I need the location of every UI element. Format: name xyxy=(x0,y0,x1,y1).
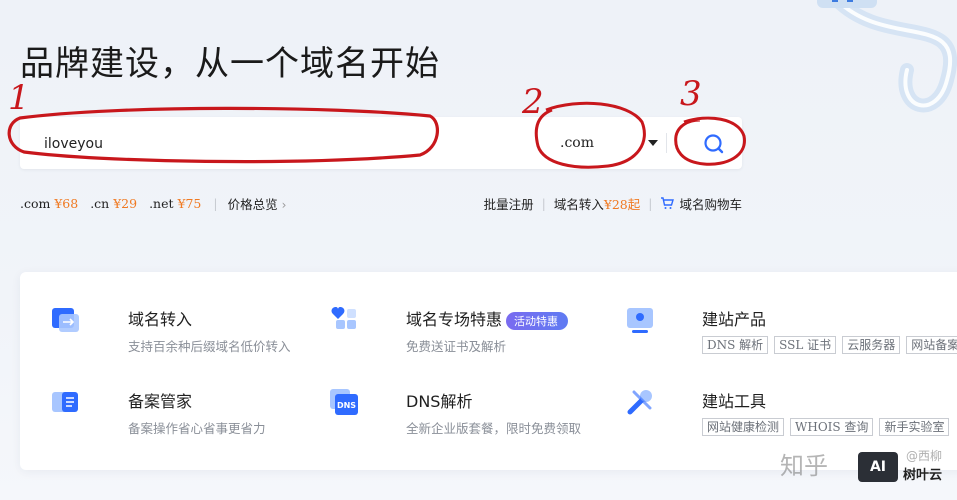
price-overview-link[interactable]: 价格总览 › xyxy=(228,194,287,213)
watermark-brand: 树叶云 xyxy=(903,468,943,483)
cart-icon xyxy=(661,197,675,209)
feature-title: 建站产品 xyxy=(702,310,767,329)
feature-title: 建站工具 xyxy=(702,392,767,411)
domain-search-bar: .com xyxy=(20,117,742,171)
tag-record[interactable]: 网站备案 xyxy=(906,336,957,354)
activity-badge: 活动特惠 xyxy=(506,311,569,330)
transfer-icon xyxy=(52,308,79,332)
feature-domain-promo[interactable]: 域名专场特惠 活动特惠 免费送证书及解析 xyxy=(328,304,588,356)
domain-cart-link[interactable]: 域名购物车 xyxy=(660,194,742,213)
chevron-down-icon xyxy=(648,140,658,146)
dns-icon: DNS xyxy=(330,389,358,415)
bulk-register-link[interactable]: 批量注册 xyxy=(484,194,534,213)
separator: | xyxy=(648,195,653,211)
watermark-zhihu: 知乎 xyxy=(780,452,828,480)
search-divider xyxy=(666,133,667,153)
tld-selected-value: .com xyxy=(560,135,594,151)
feature-desc: 免费送证书及解析 xyxy=(406,339,507,354)
feature-title: 域名转入 xyxy=(128,310,193,329)
price-item-com[interactable]: .com ¥68 xyxy=(20,196,78,211)
tag-list: 网站健康检测 WHOIS 查询 新手实验室 xyxy=(702,418,950,436)
tld-dropdown[interactable]: .com xyxy=(560,131,660,155)
feature-title: 备案管家 xyxy=(128,392,193,411)
promo-icon xyxy=(331,307,356,329)
feature-site-products[interactable]: 建站产品 DNS 解析 SSL 证书 云服务器 网站备案 轻 xyxy=(624,304,957,356)
price-item-cn[interactable]: .cn ¥29 xyxy=(90,196,137,211)
domain-transfer-link[interactable]: 域名转入¥28起 xyxy=(554,194,640,213)
right-links: 批量注册 | 域名转入¥28起 | 域名购物车 xyxy=(484,194,742,213)
tag-list: DNS 解析 SSL 证书 云服务器 网站备案 轻 xyxy=(702,336,957,354)
annotation-number-3: 3 xyxy=(680,74,702,114)
domain-search-input[interactable] xyxy=(42,117,516,171)
page-title: 品牌建设，从一个域名开始 xyxy=(20,44,440,84)
tools-icon xyxy=(627,390,652,415)
tag-site-health[interactable]: 网站健康检测 xyxy=(702,418,785,436)
feature-dns[interactable]: DNS DNS解析 全新企业版套餐，限时免费领取 xyxy=(328,386,588,438)
feature-domain-transfer[interactable]: 域名转入 支持百余种后缀域名低价转入 xyxy=(50,304,310,356)
features-card: 域名转入 支持百余种后缀域名低价转入 域名专场特惠 活动特惠 免费送证书及解析 建… xyxy=(20,272,957,470)
tag-dns[interactable]: DNS 解析 xyxy=(702,336,769,354)
feature-title: DNS解析 xyxy=(406,392,473,411)
quick-price-row: .com ¥68 .cn ¥29 .net ¥75 | 价格总览 › 批量注册 |… xyxy=(20,194,742,212)
chevron-right-icon: › xyxy=(281,197,287,212)
separator: | xyxy=(541,195,546,211)
tag-lab[interactable]: 新手实验室 xyxy=(879,418,950,436)
feature-title: 域名专场特惠 活动特惠 xyxy=(406,306,569,330)
hero-decoration xyxy=(817,0,957,113)
price-item-net[interactable]: .net ¥75 xyxy=(149,196,201,211)
search-icon[interactable] xyxy=(700,130,728,158)
watermark-ai-logo: AI xyxy=(858,452,898,482)
feature-record-manager[interactable]: 备案管家 备案操作省心省事更省力 xyxy=(50,386,310,438)
feature-desc: 全新企业版套餐，限时免费领取 xyxy=(406,421,582,436)
feature-desc: 备案操作省心省事更省力 xyxy=(128,421,266,436)
watermark-handle: @西柳 xyxy=(906,449,943,463)
svg-text:DNS: DNS xyxy=(337,401,356,410)
site-product-icon xyxy=(627,308,653,333)
feature-desc: 支持百余种后缀域名低价转入 xyxy=(128,339,291,354)
record-icon xyxy=(52,392,78,412)
annotation-number-1: 1 xyxy=(8,78,30,118)
feature-site-tools[interactable]: 建站工具 网站健康检测 WHOIS 查询 新手实验室 xyxy=(624,386,957,438)
tag-ssl[interactable]: SSL 证书 xyxy=(774,336,837,354)
separator: | xyxy=(213,195,218,211)
tag-whois[interactable]: WHOIS 查询 xyxy=(790,418,874,436)
tag-cloud-server[interactable]: 云服务器 xyxy=(842,336,901,354)
annotation-number-2: 2 xyxy=(522,82,544,122)
